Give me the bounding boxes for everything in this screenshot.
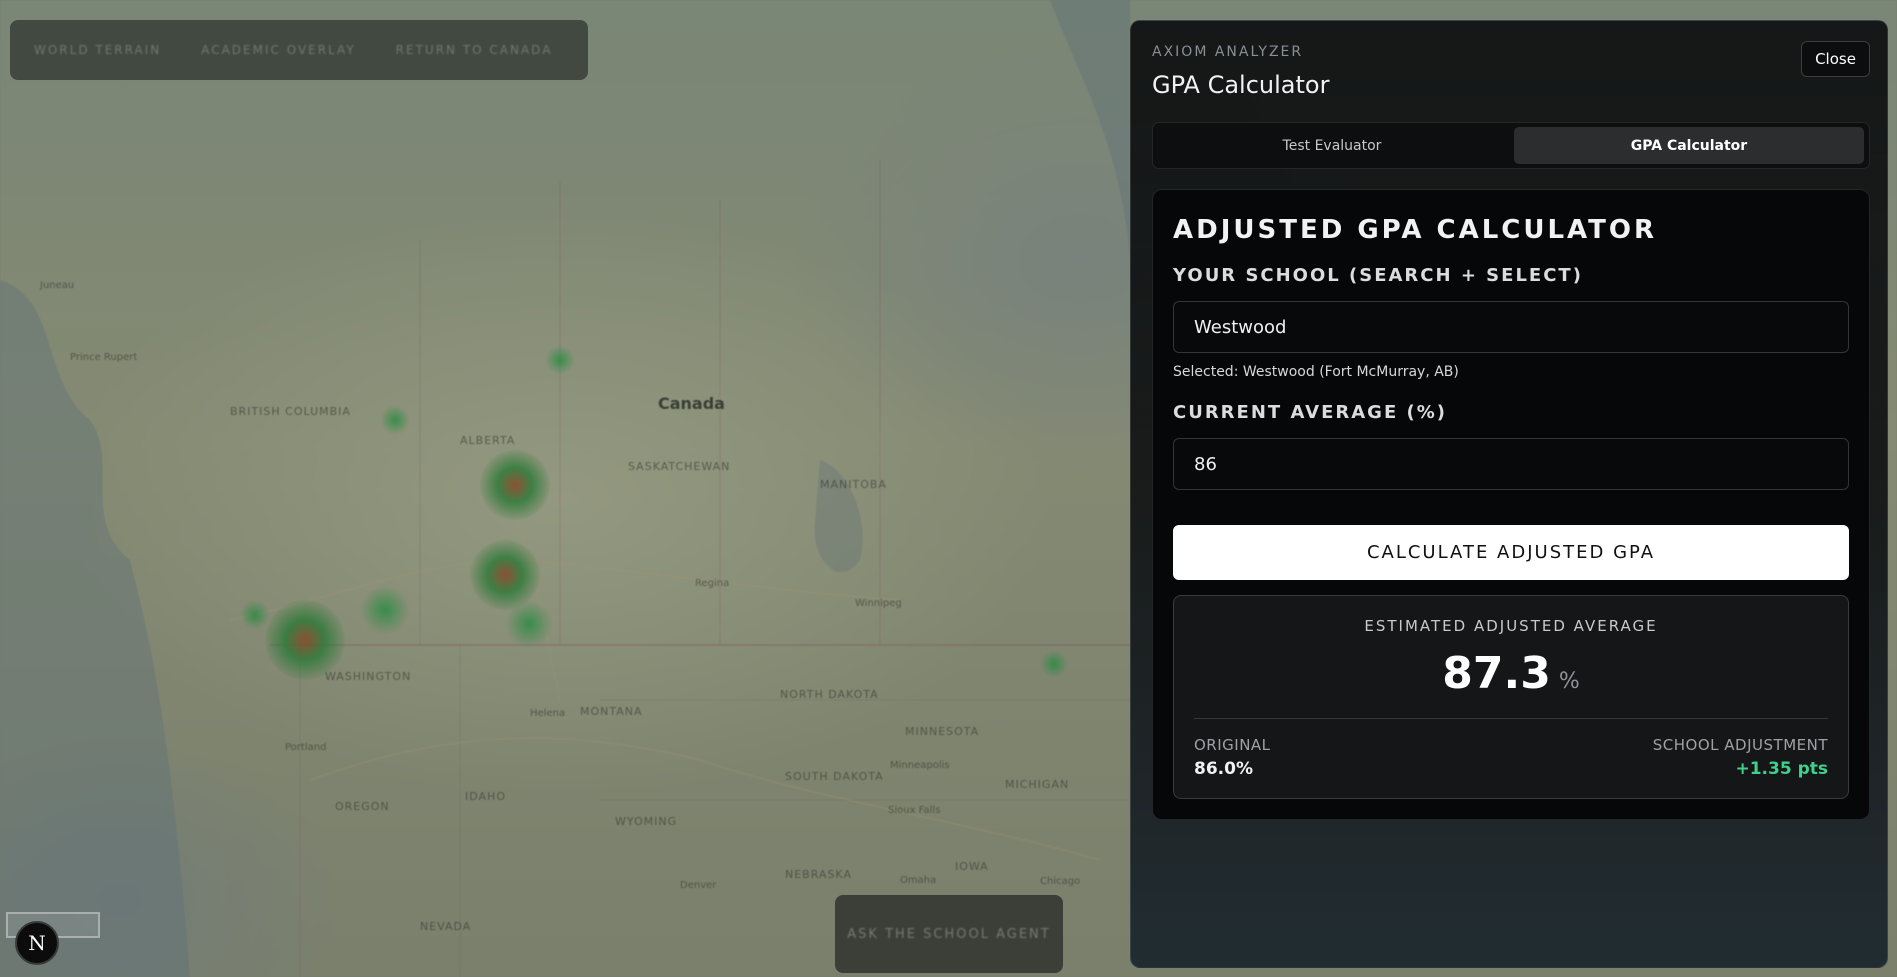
heatmap-spot (265, 600, 345, 680)
map-city-label: Prince Rupert (70, 352, 138, 363)
current-average-input[interactable] (1173, 438, 1849, 490)
selected-school-note: Selected: Westwood (Fort McMurray, AB) (1173, 364, 1459, 380)
map-region-label: NEBRASKA (785, 868, 852, 881)
adjusted-average-value: 87.3 (1442, 648, 1551, 699)
map-region-label: WASHINGTON (325, 670, 412, 683)
school-search-input[interactable] (1173, 301, 1849, 353)
map-region-label: IDAHO (465, 790, 506, 803)
gpa-calculator-card: ADJUSTED GPA CALCULATOR YOUR SCHOOL (SEA… (1152, 189, 1870, 820)
calculate-adjusted-gpa-button[interactable]: CALCULATE ADJUSTED GPA (1173, 525, 1849, 580)
map-city-label: Helena (530, 708, 566, 719)
analyzer-panel: AXIOM ANALYZER GPA Calculator Close Test… (1130, 20, 1888, 968)
map-city-label: Regina (695, 578, 730, 589)
result-divider (1194, 718, 1828, 719)
map-city-label: Juneau (40, 280, 75, 291)
heatmap-spot (240, 600, 270, 630)
map-city-label: Chicago (1040, 876, 1081, 887)
map-city-label: Sioux Falls (888, 805, 941, 816)
school-adjustment-label: SCHOOL ADJUSTMENT (1652, 736, 1828, 754)
nav-return-to-canada[interactable]: RETURN TO CANADA (396, 43, 553, 57)
map-region-label: SASKATCHEWAN (628, 460, 731, 473)
average-field-label: CURRENT AVERAGE (%) (1173, 402, 1448, 423)
heatmap-spot (360, 585, 410, 635)
heatmap-spot (380, 405, 410, 435)
map-region-label: MICHIGAN (1005, 778, 1070, 791)
tab-gpa-calculator[interactable]: GPA Calculator (1514, 127, 1864, 164)
panel-kicker: AXIOM ANALYZER (1152, 44, 1304, 60)
original-value: 86.0% (1194, 759, 1253, 779)
map-city-label: Portland (285, 742, 327, 753)
heatmap-spot (480, 450, 550, 520)
map-region-label: ALBERTA (460, 434, 516, 447)
map-region-label: MINNESOTA (905, 725, 980, 738)
map-region-label: WYOMING (615, 815, 678, 828)
map-nav-bar: WORLD TERRAIN ACADEMIC OVERLAY RETURN TO… (10, 20, 588, 80)
original-label: ORIGINAL (1194, 736, 1271, 754)
map-country-label: Canada (658, 394, 725, 413)
tab-test-evaluator[interactable]: Test Evaluator (1157, 127, 1507, 164)
nav-world-terrain[interactable]: WORLD TERRAIN (34, 43, 161, 57)
map-city-label: Denver (680, 880, 717, 891)
calculator-heading: ADJUSTED GPA CALCULATOR (1173, 215, 1658, 245)
panel-title: GPA Calculator (1152, 71, 1330, 99)
map-region-label: OREGON (335, 800, 390, 813)
school-adjustment-value: +1.35 pts (1735, 759, 1828, 779)
map-region-label: SOUTH DAKOTA (785, 770, 884, 783)
map-city-label: Omaha (900, 875, 937, 886)
adjusted-average-unit: % (1558, 669, 1580, 694)
result-label: ESTIMATED ADJUSTED AVERAGE (1364, 617, 1658, 635)
ask-school-agent-button[interactable]: ASK THE SCHOOL AGENT (835, 895, 1063, 973)
result-value-row: 87.3% (1174, 648, 1848, 699)
map-region-label: NORTH DAKOTA (780, 688, 879, 701)
map-region-label: NEVADA (420, 920, 472, 933)
heatmap-spot (505, 600, 553, 648)
result-box: ESTIMATED ADJUSTED AVERAGE 87.3% ORIGINA… (1173, 595, 1849, 799)
map-city-label: Winnipeg (855, 598, 902, 609)
heatmap-spot (545, 345, 575, 375)
map-region-label: IOWA (955, 860, 989, 873)
map-region-label: MANITOBA (820, 478, 887, 491)
map-city-label: Minneapolis (890, 760, 950, 771)
n-logo-badge[interactable]: N (15, 921, 59, 965)
nav-academic-overlay[interactable]: ACADEMIC OVERLAY (201, 43, 355, 57)
heatmap-spot (1040, 650, 1068, 678)
n-logo-icon: N (28, 931, 46, 955)
ask-school-agent-label: ASK THE SCHOOL AGENT (847, 926, 1051, 942)
close-button[interactable]: Close (1801, 41, 1870, 77)
school-field-label: YOUR SCHOOL (SEARCH + SELECT) (1173, 265, 1583, 286)
map-region-label: MONTANA (580, 705, 643, 718)
mode-tabs: Test Evaluator GPA Calculator (1152, 122, 1870, 169)
map-region-label: BRITISH COLUMBIA (230, 405, 351, 418)
